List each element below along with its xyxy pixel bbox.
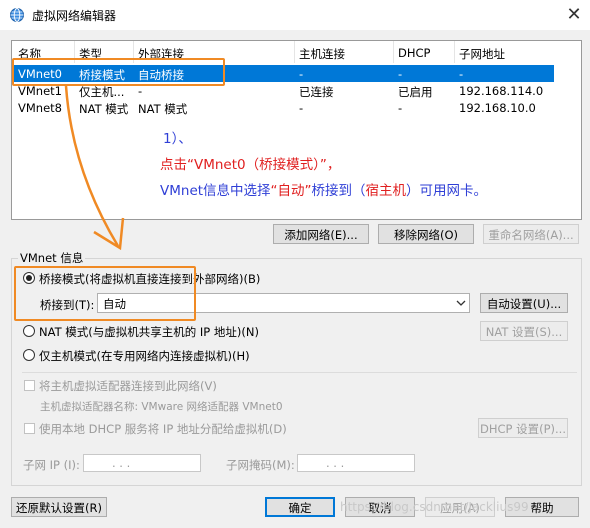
arrow-icon [64, 85, 125, 251]
